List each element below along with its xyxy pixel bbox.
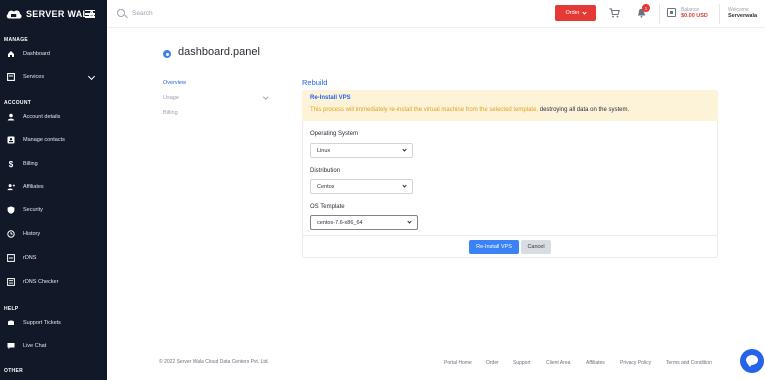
- reinstall-button[interactable]: Re-Install VPS: [469, 240, 519, 254]
- alert-warning-text: This process will immediately re-install…: [310, 107, 539, 113]
- history-icon: [7, 230, 15, 238]
- distribution-label: Distribution: [310, 168, 341, 174]
- cloud-logo-icon: [6, 10, 22, 19]
- wallet-icon: [667, 8, 676, 17]
- chevron-down-icon: [407, 219, 412, 224]
- distribution-select[interactable]: Centos: [310, 179, 413, 194]
- card-divider: [302, 235, 718, 236]
- alert-text: This process will immediately re-install…: [310, 107, 629, 113]
- sidebar-item-history[interactable]: History: [0, 226, 107, 242]
- balance-value[interactable]: $0.00 USD: [681, 13, 708, 19]
- live-chat-button[interactable]: [740, 349, 764, 373]
- sidebar-item-label: Support Tickets: [23, 320, 61, 326]
- sidebar-item-support-tickets[interactable]: Support Tickets: [0, 315, 107, 331]
- footer-link-portal-home[interactable]: Portal Home: [444, 360, 472, 366]
- warning-alert: Re-Install VPS This process will immedia…: [302, 90, 718, 121]
- divider: [719, 4, 720, 24]
- cart-icon[interactable]: [609, 8, 620, 18]
- home-icon: [7, 50, 15, 58]
- chat-icon: [7, 342, 15, 350]
- sidebar-item-manage-contacts[interactable]: Manage contacts: [0, 132, 107, 148]
- topbar: Order 1 Balance $0.00 USD Welcome Server…: [107, 0, 765, 28]
- sidebar-item-account-details[interactable]: Account details: [0, 109, 107, 125]
- os-select[interactable]: Linux: [310, 143, 413, 158]
- template-select[interactable]: centos-7.6-x86_64: [310, 215, 418, 230]
- server-icon: [7, 73, 15, 81]
- footer-link-terms[interactable]: Terms and Condition: [666, 360, 712, 366]
- user-plus-icon: [7, 183, 15, 191]
- sidebar-item-label: Live Chat: [23, 343, 47, 349]
- sidebar-item-live-chat[interactable]: Live Chat: [0, 338, 107, 354]
- template-label: OS Template: [310, 204, 345, 210]
- sidebar-item-label: Security: [23, 207, 43, 213]
- caret-down-icon: [581, 9, 587, 15]
- notification-badge: 1: [642, 4, 650, 12]
- shield-icon: [7, 206, 15, 214]
- chevron-down-icon: [87, 72, 96, 81]
- section-account: ACCOUNT: [4, 100, 32, 106]
- section-help: HELP: [4, 306, 19, 312]
- chevron-down-icon: [402, 183, 407, 188]
- distribution-select-value: Centos: [317, 183, 335, 190]
- os-select-value: Linux: [317, 147, 331, 154]
- chevron-down-icon: [402, 147, 407, 152]
- sidebar-item-label: Account details: [23, 114, 61, 120]
- contacts-icon: [7, 136, 15, 144]
- user-menu[interactable]: Serverwala: [728, 13, 757, 19]
- alert-emphasis-text: destroying all data on the system.: [538, 107, 630, 113]
- alert-title: Re-Install VPS: [310, 95, 351, 101]
- sidebar-item-billing[interactable]: $ Billing: [0, 156, 107, 172]
- template-select-value: centos-7.6-x86_64: [317, 219, 363, 226]
- copyright: © 2022 Server Wala Cloud Data Centers Pv…: [159, 359, 269, 365]
- section-manage: MANAGE: [4, 37, 29, 43]
- search-icon[interactable]: [117, 9, 125, 17]
- section-title: Rebuild: [302, 78, 328, 87]
- sidebar-item-security[interactable]: Security: [0, 202, 107, 218]
- order-button[interactable]: Order: [555, 5, 596, 21]
- sidebar-item-affiliates[interactable]: Affiliates: [0, 179, 107, 195]
- sidebar: SERVER WALA MANAGE Dashboard Services AC…: [0, 0, 107, 380]
- sidebar-item-services[interactable]: Services: [0, 69, 107, 85]
- sidebar-item-label: History: [23, 231, 41, 237]
- footer-link-order[interactable]: Order: [486, 360, 499, 366]
- section-other: OTHER: [4, 368, 23, 374]
- chevron-down-icon[interactable]: [263, 94, 269, 100]
- search-input[interactable]: [132, 7, 332, 20]
- footer-link-affiliates[interactable]: Affiliates: [586, 360, 605, 366]
- sidebar-item-label: Manage contacts: [23, 137, 65, 143]
- menu-toggle-icon[interactable]: [85, 10, 95, 18]
- submenu-overview[interactable]: Overview: [163, 80, 186, 86]
- sidebar-item-rdns-checker[interactable]: rDNS Checker: [0, 274, 107, 290]
- sidebar-item-label: Billing: [23, 161, 38, 167]
- footer-link-client-area[interactable]: Client Area: [546, 360, 570, 366]
- user-icon: [7, 113, 15, 121]
- gear-icon: [163, 50, 171, 58]
- order-button-label: Order: [565, 10, 580, 16]
- sidebar-item-label: Dashboard: [23, 51, 50, 57]
- sidebar-item-dashboard[interactable]: Dashboard: [0, 46, 107, 62]
- footer-link-privacy[interactable]: Privacy Policy: [620, 360, 651, 366]
- cancel-button[interactable]: Cancel: [521, 240, 551, 254]
- footer-link-support[interactable]: Support: [513, 360, 531, 366]
- sidebar-item-label: rDNS Checker: [23, 279, 59, 285]
- ticket-icon: [7, 319, 15, 327]
- page-title: dashboard.panel: [178, 46, 260, 58]
- sidebar-item-rdns[interactable]: rDNS: [0, 250, 107, 266]
- sidebar-item-label: Services: [23, 74, 45, 80]
- rdns-icon: [7, 254, 15, 262]
- sidebar-item-label: Affiliates: [23, 184, 44, 190]
- os-label: Operating System: [310, 131, 359, 137]
- submenu-usage[interactable]: Usage: [163, 95, 179, 101]
- checker-icon: [7, 278, 15, 286]
- sidebar-item-label: rDNS: [23, 255, 37, 261]
- dollar-icon: $: [8, 159, 14, 169]
- divider: [659, 4, 660, 24]
- submenu-billing[interactable]: Billing: [163, 110, 178, 116]
